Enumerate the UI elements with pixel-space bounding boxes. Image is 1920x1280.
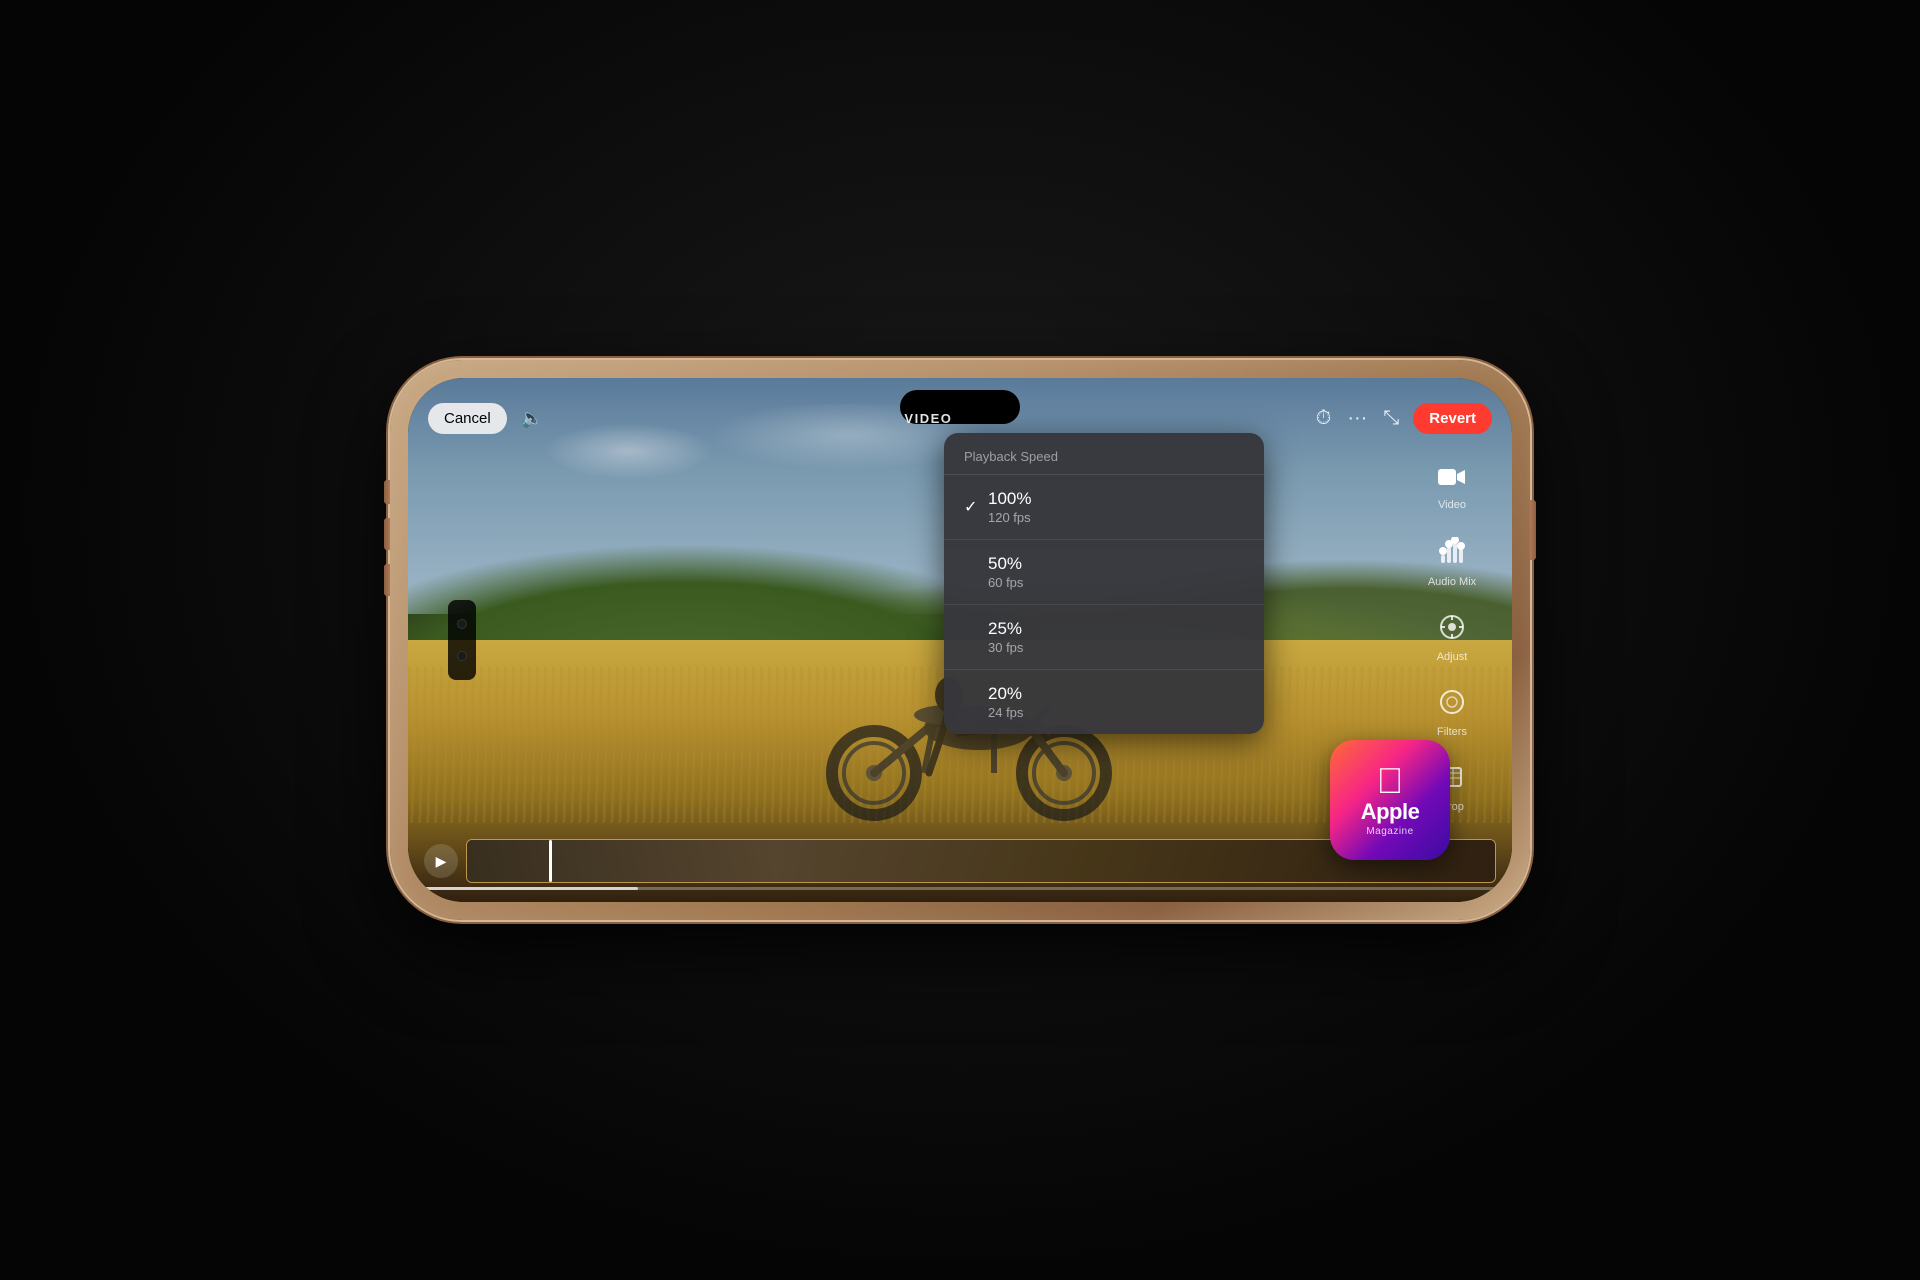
dropdown-title: Playback Speed (944, 433, 1264, 474)
speed-percent-50: 50% (988, 554, 1023, 574)
sidebar-item-video[interactable]: Video (1416, 458, 1488, 519)
speed-option-25[interactable]: 25% 30 fps (944, 605, 1264, 670)
audio-mix-icon (1438, 537, 1466, 572)
filters-icon (1439, 689, 1465, 722)
adjust-icon (1439, 614, 1465, 647)
volume-up-button (384, 518, 390, 550)
speed-info-50: 50% 60 fps (988, 554, 1023, 590)
speed-info-20: 20% 24 fps (988, 684, 1023, 720)
speed-fps-20: 24 fps (988, 705, 1023, 720)
sidebar-label-audio-mix: Audio Mix (1428, 576, 1476, 588)
apple-magazine-title: Apple (1361, 799, 1420, 825)
video-icon (1438, 466, 1466, 495)
sidebar-label-filters: Filters (1437, 726, 1467, 738)
camera-lens-2 (457, 651, 467, 661)
speed-percent-20: 20% (988, 684, 1023, 704)
timer-icon[interactable]: ⏱ (1314, 405, 1334, 432)
speed-fps-25: 30 fps (988, 640, 1023, 655)
progress-fill (424, 887, 638, 890)
speed-option-20[interactable]: 20% 24 fps (944, 670, 1264, 734)
sidebar-label-video: Video (1438, 499, 1466, 511)
checkmark-icon: ✓ (964, 497, 984, 517)
sidebar-item-filters[interactable]: Filters (1416, 681, 1488, 746)
sidebar-item-audio-mix[interactable]: Audio Mix (1416, 529, 1488, 596)
minimize-icon[interactable]: ⤡ (1381, 405, 1401, 432)
timeline-playhead[interactable] (549, 840, 552, 882)
mute-button (384, 480, 390, 504)
volume-icon[interactable]: 🔈 (521, 408, 543, 429)
sidebar-item-adjust[interactable]: Adjust (1416, 606, 1488, 671)
speed-option-100[interactable]: ✓ 100% 120 fps (944, 475, 1264, 540)
play-button[interactable]: ▶ (424, 844, 458, 878)
camera-lens-1 (457, 619, 467, 629)
more-options-icon[interactable]: ··· (1345, 405, 1369, 432)
speed-info-25: 25% 30 fps (988, 619, 1023, 655)
speed-fps-50: 60 fps (988, 575, 1023, 590)
cancel-button[interactable]: Cancel (428, 403, 507, 434)
speed-info-100: 100% 120 fps (988, 489, 1031, 525)
page-title: VIDEO (543, 411, 1314, 426)
speed-percent-100: 100% (988, 489, 1031, 509)
apple-icon:  (1377, 763, 1404, 799)
top-right-icons: ⏱ ··· ⤡ Revert (1314, 403, 1492, 434)
speed-fps-100: 120 fps (988, 510, 1031, 525)
speed-percent-25: 25% (988, 619, 1023, 639)
speed-option-50[interactable]: 50% 60 fps (944, 540, 1264, 605)
main-scene: Cancel 🔈 VIDEO ⏱ ··· ⤡ Revert Playback S… (390, 360, 1530, 920)
revert-button[interactable]: Revert (1413, 403, 1492, 434)
apple-magazine-subtitle: Magazine (1366, 826, 1413, 837)
progress-line (424, 887, 1496, 890)
sidebar-label-adjust: Adjust (1437, 651, 1468, 663)
power-button (1530, 500, 1536, 560)
apple-magazine-badge[interactable]:  Apple Magazine (1330, 740, 1450, 860)
playback-speed-dropdown: Playback Speed ✓ 100% 120 fps 50% 60 fps (944, 433, 1264, 734)
side-buttons-left (384, 480, 390, 596)
camera-area (448, 600, 476, 680)
volume-down-button (384, 564, 390, 596)
